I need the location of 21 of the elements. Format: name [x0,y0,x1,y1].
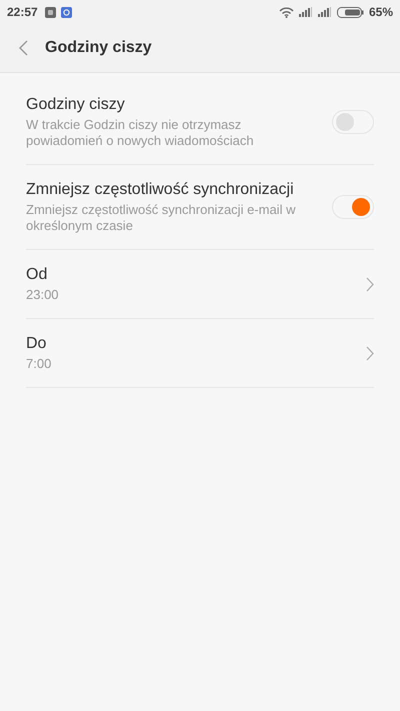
signal-icon [318,7,332,17]
setting-title: Zmniejsz częstotliwość synchronizacji [26,180,295,198]
setting-description: W trakcie Godzin ciszy nie otrzymasz powiadomień o nowych wiadomościach [26,116,255,148]
status-time: 22:57 [7,5,38,19]
page-title: Godziny ciszy [45,39,152,57]
notification-icon [60,6,72,18]
battery-icon [336,6,364,18]
setting-description: Zmniejsz częstotliwość synchronizacji e-mail w określonym czasie [26,202,296,234]
battery-percent: 65% [368,5,393,19]
setting-description: 7:00 [26,356,52,372]
setting-title: Do [26,334,48,352]
toggle-switch[interactable] [332,195,374,219]
chevron-icon[interactable] [366,346,374,360]
back-icon[interactable] [19,40,28,56]
setting-title: Od [26,266,48,284]
chevron-icon[interactable] [366,276,374,292]
wifi-icon [278,6,294,18]
notification-icon [44,6,56,18]
setting-description: 23:00 [26,286,60,302]
setting-title: Godziny ciszy [26,96,126,114]
signal-icon [298,7,313,17]
